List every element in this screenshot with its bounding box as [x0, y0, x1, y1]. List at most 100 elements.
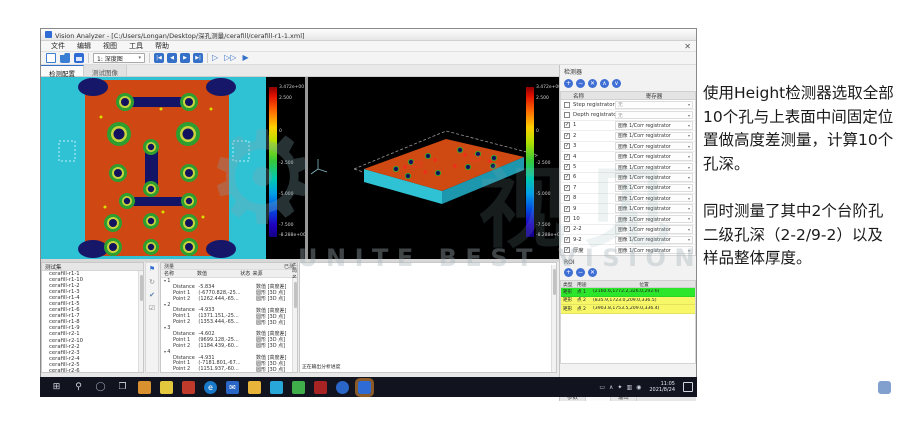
taskbar-icon[interactable]: [160, 380, 173, 394]
checkbox[interactable]: ✓: [564, 164, 570, 171]
menu-item[interactable]: 视图: [97, 41, 123, 51]
notification-icon[interactable]: [683, 382, 693, 392]
nav-button[interactable]: ▶|: [193, 53, 203, 63]
nav-button[interactable]: |◀: [154, 53, 164, 63]
menu-item[interactable]: 工具: [123, 41, 149, 51]
taskbar-icon[interactable]: ❐: [116, 381, 129, 394]
taskbar-icon[interactable]: [314, 380, 327, 394]
tray-icon[interactable]: ▭: [599, 384, 605, 391]
file-list-scrollbar[interactable]: [138, 271, 143, 372]
roi-button[interactable]: −: [576, 268, 585, 277]
taskbar-clock[interactable]: 11:05 2021/8/24: [645, 381, 679, 393]
detector-button[interactable]: −: [576, 79, 585, 88]
run-button[interactable]: ▶: [242, 53, 248, 63]
registrator-select[interactable]: 无: [615, 110, 693, 120]
registrator-select[interactable]: 图像 1/Corr registrator: [615, 194, 693, 203]
nav-button[interactable]: ▶: [180, 53, 190, 63]
view-tab[interactable]: 检测配置: [41, 65, 84, 78]
taskbar-icon[interactable]: [355, 377, 374, 397]
new-file-icon[interactable]: [46, 53, 56, 63]
nav-button[interactable]: ◀: [167, 53, 177, 63]
checkbox[interactable]: ✓: [564, 184, 570, 191]
taskbar-icon[interactable]: [292, 380, 305, 394]
taskbar-icon[interactable]: [182, 380, 195, 394]
colorbar-max-label: 3.472e+00: [279, 85, 305, 90]
taskbar-icon[interactable]: ⊞: [50, 381, 63, 394]
measurements-scrollbar[interactable]: [292, 278, 297, 372]
taskbar-icon[interactable]: [270, 380, 283, 394]
menu-item[interactable]: 帮助: [149, 41, 175, 51]
checkbox[interactable]: ✓: [564, 143, 570, 150]
registrator-select[interactable]: 图像 1/Corr registrator: [615, 225, 693, 234]
taskbar-icon[interactable]: [336, 380, 349, 394]
registrator-select[interactable]: 图像 1/Corr registrator: [615, 162, 693, 172]
tray-icon[interactable]: ◉: [636, 384, 641, 391]
registrator-select[interactable]: 图像 1/Corr registrator: [615, 204, 693, 213]
roi-row[interactable]: 矩形 点 2 (835.9,1723.0,209.0,336.5): [561, 296, 695, 305]
roi-row[interactable]: 矩形 点 1 (2160.6,1772.2,326.0,292.6): [561, 288, 695, 297]
menu-item[interactable]: 文件: [45, 41, 71, 51]
menu-item[interactable]: 编辑: [71, 41, 97, 51]
registrator-select[interactable]: 图像 1/Corr registrator: [615, 142, 693, 151]
taskbar-icon[interactable]: ✉: [226, 380, 239, 394]
detector-row: ✓ 6 图像 1/Corr registrator: [561, 173, 695, 184]
close-icon[interactable]: ✕: [684, 42, 691, 51]
view-3d[interactable]: 3.472e+00 2.500 0 -2.500 -5.000 -7.500 -…: [308, 77, 563, 259]
checkbox[interactable]: ✓: [564, 226, 570, 233]
registrator-select[interactable]: 图像 1/Corr registrator: [615, 214, 693, 224]
taskbar-icon[interactable]: e: [204, 380, 217, 394]
tool-icon[interactable]: ↻: [149, 279, 155, 286]
checkbox[interactable]: ✓: [564, 153, 570, 160]
registrator-select[interactable]: 图像 1/Corr registrator: [615, 173, 693, 182]
test-set-panel: 测试集 cerafill-r1-1 cerafill-r1-10 cerafill-…: [41, 262, 144, 373]
checkbox[interactable]: ✓: [564, 132, 570, 139]
checkbox[interactable]: [564, 101, 570, 108]
detector-row: ✓ 8 图像 1/Corr registrator: [561, 194, 695, 204]
detector-button[interactable]: +: [564, 79, 573, 88]
save-icon[interactable]: [74, 53, 84, 63]
tray-icon[interactable]: ✦: [617, 384, 622, 391]
roi-button[interactable]: ✕: [588, 268, 597, 277]
open-folder-icon[interactable]: [60, 53, 70, 63]
view-select[interactable]: 1: 深度图 ▾: [93, 53, 145, 63]
log-scrollbar[interactable]: [551, 265, 556, 372]
checkbox[interactable]: ✓: [564, 174, 570, 181]
taskbar-icon[interactable]: [248, 380, 261, 394]
registrator-select[interactable]: 图像 1/Corr registrator: [615, 245, 693, 255]
registrator-select[interactable]: 图像 1/Corr registrator: [615, 235, 693, 244]
view-tab[interactable]: 测试图像: [84, 65, 127, 77]
taskbar-icon[interactable]: [138, 380, 151, 394]
registrator-select[interactable]: 图像 1/Corr registrator: [615, 121, 693, 130]
detector-button[interactable]: ∨: [612, 79, 621, 88]
tool-icon[interactable]: ☑: [149, 305, 155, 312]
registrator-select[interactable]: 图像 1/Corr registrator: [615, 183, 693, 193]
detector-columns: 名称 寄存器: [560, 91, 696, 100]
tool-icon[interactable]: ⚑: [149, 266, 155, 273]
run-button[interactable]: ▷▷: [224, 53, 236, 63]
tray-icon[interactable]: ▥: [626, 384, 632, 391]
registrator-select[interactable]: 图像 1/Corr registrator: [615, 131, 693, 141]
checkbox[interactable]: ✓: [564, 195, 570, 202]
detector-button[interactable]: ∧: [600, 79, 609, 88]
registrator-select[interactable]: 图像 1/Corr registrator: [615, 152, 693, 161]
heightmap-view[interactable]: 3.472e+00 2.500 0 -2.500 -5.000 -7.500 -…: [41, 77, 306, 259]
tray-icon[interactable]: ∧: [609, 384, 613, 391]
checkbox[interactable]: ✓: [564, 215, 570, 222]
checkbox[interactable]: ✓: [564, 236, 570, 243]
detector-row: Step registrator 无: [561, 100, 695, 111]
registrator-select[interactable]: 无: [615, 100, 693, 109]
measurement-row[interactable]: Point 2 (1151.937,-60... 圆形 [3D 点] Point…: [161, 366, 297, 372]
taskbar-icon[interactable]: ◯: [94, 381, 107, 394]
roi-button[interactable]: +: [564, 268, 573, 277]
tool-icon[interactable]: ✔: [149, 292, 155, 299]
roi-row[interactable]: 矩形 点 2 (3903.8,1753.5,209.0,336.4): [561, 305, 695, 314]
checkbox[interactable]: ✓: [564, 122, 570, 129]
taskbar-icon[interactable]: ⚲: [72, 381, 85, 394]
checkbox[interactable]: ✓: [564, 247, 570, 254]
checkbox[interactable]: ✓: [564, 205, 570, 212]
checkbox[interactable]: [564, 112, 570, 119]
run-button[interactable]: ▷: [212, 53, 218, 63]
detector-button[interactable]: ✕: [588, 79, 597, 88]
file-list-item[interactable]: cerafill-r2-6: [42, 368, 138, 372]
title-bar[interactable]: Vision Analyzer - [C:/Users/Longan/Deskt…: [41, 29, 696, 41]
